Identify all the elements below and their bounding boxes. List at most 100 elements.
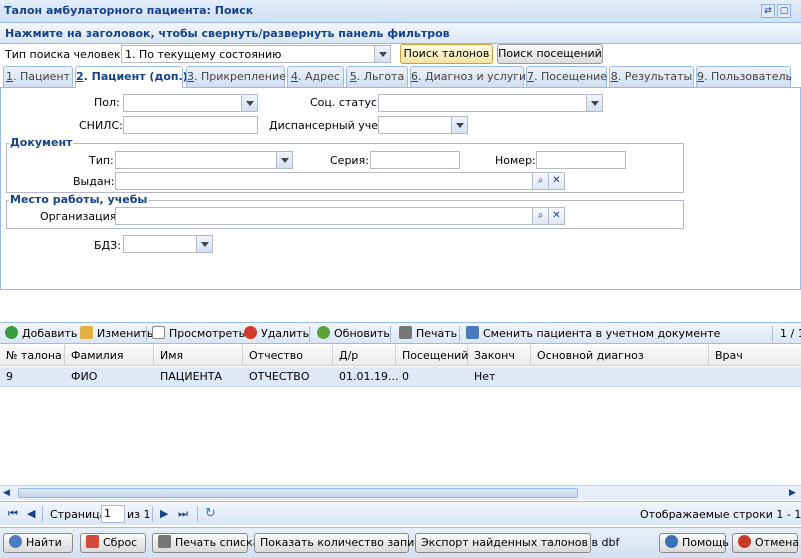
tab-results[interactable]: 8. Результаты <box>609 66 694 87</box>
next-page-icon[interactable]: ▶ <box>160 507 168 520</box>
col-finished[interactable]: Законч <box>468 345 531 366</box>
col-name[interactable]: Имя <box>154 345 243 366</box>
bottom-bar: Найти Сброс Печать списка Показать колич… <box>0 527 801 558</box>
tab-user[interactable]: 9. Пользователь <box>696 66 792 87</box>
window-title: Талон амбулаторного пациента: Поиск <box>4 4 254 17</box>
view-button[interactable]: Просмотреть <box>152 326 245 342</box>
document-legend: Документ <box>9 136 74 149</box>
tab-patient[interactable]: 1. Пациент <box>3 66 73 87</box>
printer-icon <box>399 326 412 339</box>
add-button[interactable]: Добавить <box>5 326 77 342</box>
table-row[interactable]: 9 ФИО ПАЦИЕНТА ОТЧЕСТВО 01.01.19... 0 Не… <box>0 367 801 387</box>
export-dbf-button[interactable]: Экспорт найденных талонов в dbf <box>415 533 619 553</box>
delete-button[interactable]: Удалить <box>244 326 309 342</box>
find-button[interactable]: Найти <box>3 533 73 553</box>
cell-finished: Нет <box>474 370 496 383</box>
print-list-button[interactable]: Печать списка <box>152 533 260 553</box>
tab-diagnosis[interactable]: 6. Диагноз и услуги <box>410 66 526 87</box>
tab-visit[interactable]: 7. Посещение <box>526 66 607 87</box>
change-patient-button[interactable]: Сменить пациента в учетном документе <box>466 326 720 342</box>
tab-attachment[interactable]: 3. Прикрепление <box>186 66 286 87</box>
search-icon[interactable]: ⌕ <box>532 173 548 189</box>
doc-issued-label: Выдан: <box>73 175 115 188</box>
refresh-icon[interactable]: ↻ <box>205 506 216 521</box>
search-icon <box>9 535 22 548</box>
organization-label: Организация: <box>40 210 121 223</box>
cell-ticket-number: 9 <box>6 370 13 383</box>
document-icon <box>152 326 165 339</box>
reset-button[interactable]: Сброс <box>80 533 146 553</box>
clear-icon[interactable]: ✕ <box>548 208 564 224</box>
col-birthdate[interactable]: Д/р <box>333 345 396 366</box>
prev-page-icon[interactable]: ◀ <box>27 507 35 520</box>
search-visits-button[interactable]: Поиск посещений <box>497 44 603 64</box>
cancel-button[interactable]: Отмена <box>732 533 799 553</box>
delete-icon <box>244 326 257 339</box>
doc-number-label: Номер: <box>495 154 536 167</box>
refresh-button[interactable]: Обновить <box>317 326 390 342</box>
doc-issued-field[interactable]: ⌕ ✕ <box>115 172 565 190</box>
cancel-icon <box>738 535 751 548</box>
tab-patient-extra[interactable]: 2. Пациент (доп.) <box>75 66 188 88</box>
col-ticket-number[interactable]: № талона <box>0 345 65 366</box>
pager: ⏮ ◀ Страница 1 из 1 ▶ ⏭ ↻ Отображаемые с… <box>0 501 801 525</box>
organization-field[interactable]: ⌕ ✕ <box>115 207 565 225</box>
filter-panel-collapse-text: Нажмите на заголовок, чтобы свернуть/раз… <box>5 27 450 40</box>
chevron-down-icon[interactable] <box>374 46 390 62</box>
search-type-value: 1. По текущему состоянию <box>125 48 282 61</box>
col-doctor[interactable]: Врач <box>709 345 801 366</box>
refresh-icon <box>317 326 330 339</box>
dispanser-select[interactable] <box>378 116 468 134</box>
cell-surname: ФИО <box>71 370 98 383</box>
document-fieldset: Документ Тип: Серия: Номер: Выдан: ⌕ ✕ <box>6 136 684 193</box>
horizontal-scrollbar[interactable]: ◀ ▶ <box>0 485 801 500</box>
cell-visits: 0 <box>402 370 409 383</box>
page-label: Страница <box>50 508 107 521</box>
snils-field[interactable] <box>123 116 258 134</box>
scroll-left-icon[interactable]: ◀ <box>3 488 13 498</box>
filter-form: Пол: Соц. статус: СНИЛС: Диспансерный уч… <box>0 88 801 290</box>
show-count-button[interactable]: Показать количество записей <box>254 533 434 553</box>
printer-icon <box>158 535 171 548</box>
scroll-thumb[interactable] <box>18 488 578 498</box>
tab-benefit[interactable]: 5. Льгота <box>346 66 408 87</box>
page-of-label: из 1 <box>127 508 151 521</box>
users-icon <box>466 326 479 339</box>
search-tickets-button[interactable]: Поиск талонов <box>400 44 493 64</box>
help-button[interactable]: Помощь <box>659 533 729 553</box>
doc-series-field[interactable] <box>370 151 460 169</box>
social-status-select[interactable] <box>378 94 603 112</box>
last-page-icon[interactable]: ⏭ <box>178 507 188 521</box>
search-type-select[interactable]: 1. По текущему состоянию <box>121 45 391 63</box>
doc-type-label: Тип: <box>89 154 114 167</box>
page-number-input[interactable]: 1 <box>101 505 125 523</box>
social-status-label: Соц. статус: <box>310 96 381 109</box>
tab-address[interactable]: 4. Адрес <box>287 66 344 87</box>
doc-number-field[interactable] <box>536 151 626 169</box>
edit-button[interactable]: Изменить <box>80 326 153 342</box>
chevron-down-icon[interactable] <box>276 152 292 168</box>
doc-type-select[interactable] <box>115 151 293 169</box>
chevron-down-icon[interactable] <box>241 95 257 111</box>
refresh-window-icon[interactable]: ⇄ <box>761 4 775 18</box>
col-surname[interactable]: Фамилия <box>65 345 154 366</box>
display-rows-text: Отображаемые строки 1 - 1 из 1 <box>640 508 801 521</box>
bdz-select[interactable] <box>123 235 213 253</box>
search-icon[interactable]: ⌕ <box>532 208 548 224</box>
sex-select[interactable] <box>123 94 258 112</box>
clear-icon[interactable]: ✕ <box>548 173 564 189</box>
record-counter: 1 / 1 <box>780 327 801 340</box>
col-visits[interactable]: Посещений <box>396 345 468 366</box>
chevron-down-icon[interactable] <box>451 117 467 133</box>
maximize-window-icon[interactable]: ▢ <box>777 4 791 18</box>
pencil-icon <box>80 326 93 339</box>
filter-panel-header[interactable]: Нажмите на заголовок, чтобы свернуть/раз… <box>0 23 801 44</box>
work-fieldset: Место работы, учебы Организация: ⌕ ✕ <box>6 193 684 229</box>
col-patronymic[interactable]: Отчество <box>243 345 333 366</box>
scroll-right-icon[interactable]: ▶ <box>789 488 799 498</box>
chevron-down-icon[interactable] <box>586 95 602 111</box>
print-button[interactable]: Печать <box>399 326 457 342</box>
first-page-icon[interactable]: ⏮ <box>8 507 18 521</box>
col-main-diagnosis[interactable]: Основной диагноз <box>531 345 709 366</box>
chevron-down-icon[interactable] <box>196 236 212 252</box>
